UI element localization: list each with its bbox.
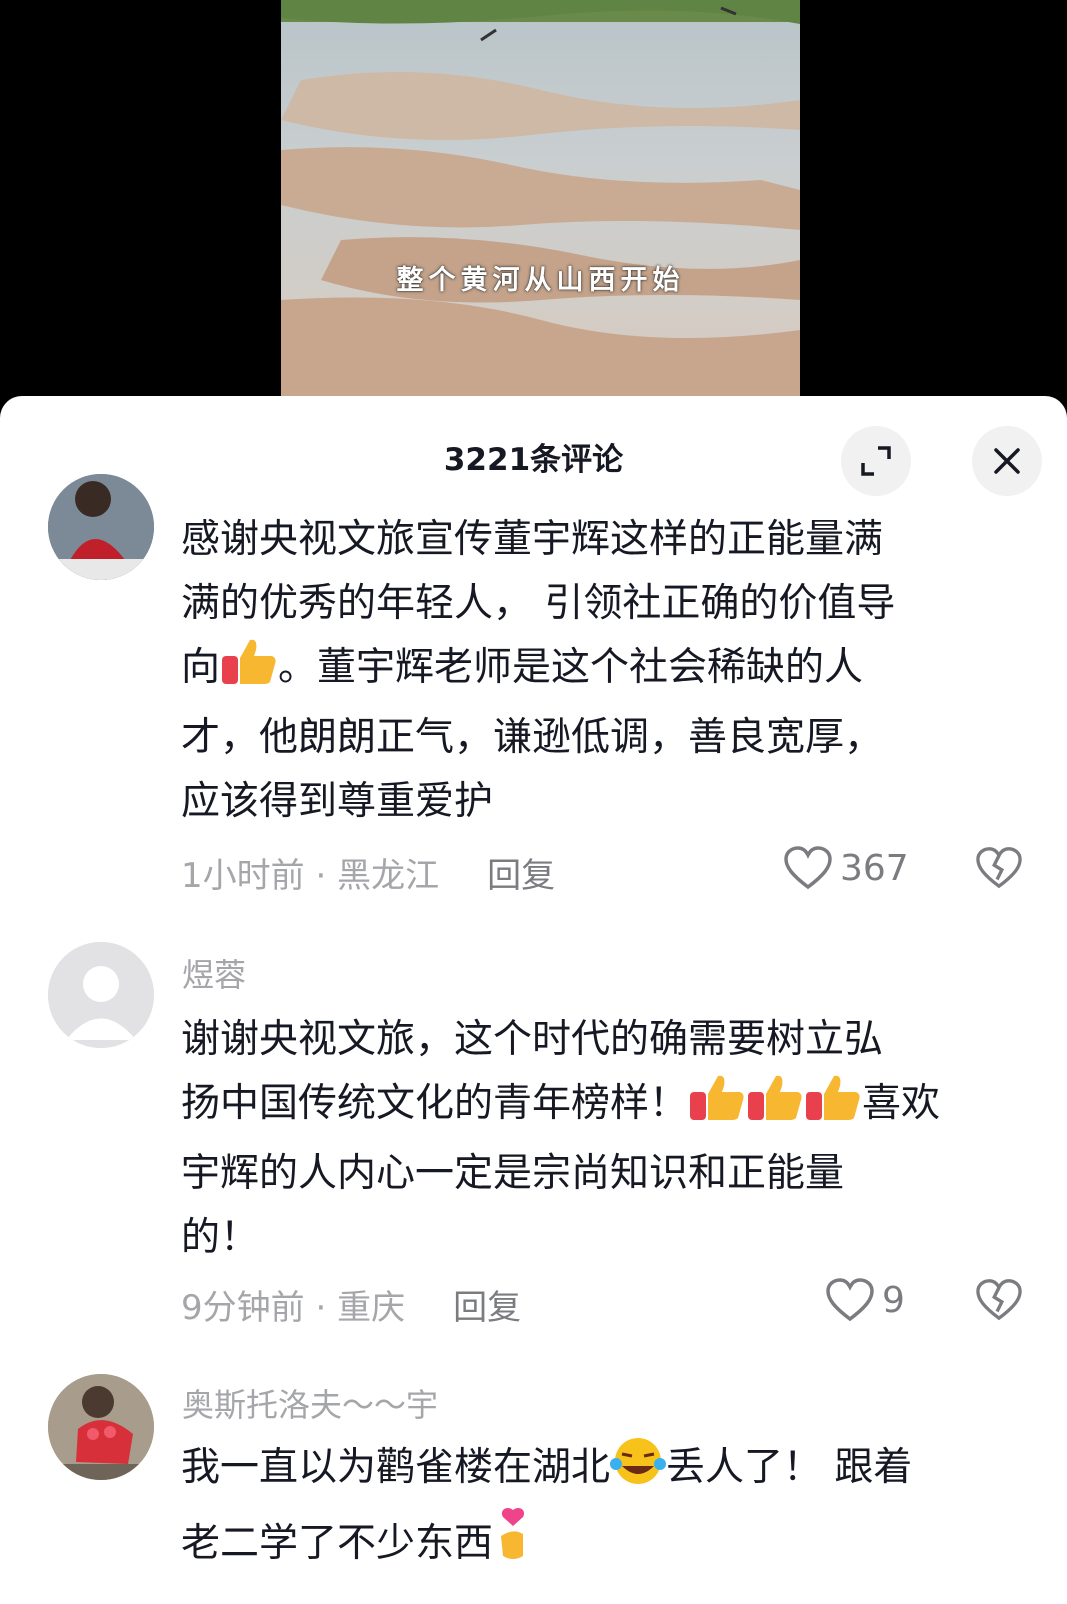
comment-location: 黑龙江 bbox=[337, 856, 440, 896]
comment-sheet: 3221条评论 感谢央视文旅宣传董宇辉这样的正能量满 满的优秀的年轻人， 引领社… bbox=[0, 396, 1067, 1604]
thumbs-up-emoji-icon bbox=[688, 1072, 746, 1142]
reply-button[interactable]: 回复 bbox=[487, 856, 555, 896]
video-subtitle: 整个黄河从山西开始 bbox=[396, 265, 685, 296]
avatar-image bbox=[48, 1374, 154, 1480]
comment-text: 感谢央视文旅宣传董宇辉这样的正能量满 满的优秀的年轻人， 引领社正确的价值导 向… bbox=[181, 508, 1041, 834]
comment-line: 向 。董宇辉老师是这个社会稀缺的人 bbox=[181, 636, 1041, 706]
heart-icon bbox=[826, 1278, 874, 1322]
comment-line: 感谢央视文旅宣传董宇辉这样的正能量满 bbox=[181, 517, 884, 562]
comment-line: 我一直以为鹳雀楼在湖北 丢人了！ 跟着 bbox=[181, 1436, 1041, 1506]
broken-heart-icon bbox=[976, 1279, 1022, 1321]
comment-line: 才，他朗朗正气，谦逊低调，善良宽厚， bbox=[181, 715, 884, 760]
thumbs-up-emoji-icon bbox=[804, 1072, 862, 1142]
default-avatar-icon bbox=[48, 942, 154, 1048]
reply-button[interactable]: 回复 bbox=[453, 1288, 521, 1328]
avatar[interactable] bbox=[48, 942, 154, 1048]
video-frame bbox=[281, 0, 800, 396]
comment-segment: 我一直以为鹳雀楼在湖北 bbox=[181, 1445, 611, 1490]
like-count: 9 bbox=[882, 1279, 905, 1321]
comment-meta: 9分钟前 · 重庆 回复 bbox=[181, 1288, 522, 1328]
comment-segment: 扬中国传统文化的青年榜样！ bbox=[181, 1081, 689, 1126]
comment-segment: 老二学了不少东西 bbox=[181, 1521, 494, 1566]
laughing-crying-emoji-icon bbox=[610, 1436, 667, 1506]
comment-meta: 1小时前 · 黑龙江 回复 bbox=[181, 856, 556, 896]
comment-time: 1小时前 bbox=[181, 856, 305, 896]
comment-time: 9分钟前 bbox=[181, 1288, 305, 1328]
dislike-button[interactable] bbox=[976, 1278, 1022, 1326]
comment-text: 谢谢央视文旅，这个时代的确需要树立弘 扬中国传统文化的青年榜样！ 喜欢 宇辉的人内… bbox=[181, 1008, 1041, 1270]
comment-segment: 喜欢 bbox=[862, 1081, 941, 1126]
like-count: 367 bbox=[840, 847, 909, 889]
thumbs-up-emoji-icon bbox=[220, 636, 278, 706]
expand-button[interactable] bbox=[841, 426, 911, 496]
expand-icon bbox=[861, 446, 891, 476]
comment-line: 谢谢央视文旅，这个时代的确需要树立弘 bbox=[181, 1017, 884, 1062]
comment-line: 的！ bbox=[181, 1215, 260, 1260]
comment-sheet-header: 3221条评论 bbox=[0, 396, 1067, 496]
comment-line: 宇辉的人内心一定是宗尚知识和正能量 bbox=[181, 1151, 845, 1196]
comment-segment: 丢人了！ 跟着 bbox=[666, 1445, 913, 1490]
finger-heart-emoji-icon bbox=[493, 1506, 533, 1582]
comment-username[interactable]: 煜蓉 bbox=[182, 950, 246, 996]
comment-line: 应该得到尊重爱护 bbox=[181, 779, 494, 824]
comment-line: 满的优秀的年轻人， 引领社正确的价值导 bbox=[181, 581, 896, 626]
heart-icon bbox=[784, 846, 832, 890]
comment-text: 我一直以为鹳雀楼在湖北 丢人了！ 跟着 老二学了不少东西 bbox=[181, 1436, 1041, 1582]
avatar[interactable] bbox=[48, 1374, 154, 1480]
comment-line: 扬中国传统文化的青年榜样！ 喜欢 bbox=[181, 1072, 1041, 1142]
broken-heart-icon bbox=[976, 847, 1022, 889]
like-button[interactable]: 367 bbox=[784, 846, 909, 890]
avatar[interactable] bbox=[48, 474, 154, 580]
avatar-image bbox=[48, 474, 154, 580]
like-button[interactable]: 9 bbox=[826, 1278, 905, 1322]
comment-location: 重庆 bbox=[337, 1288, 406, 1328]
comment-username[interactable]: 奥斯托洛夫～～宇 bbox=[182, 1380, 438, 1426]
dislike-button[interactable] bbox=[976, 846, 1022, 894]
comment-segment: 向 bbox=[181, 645, 221, 690]
video-player[interactable]: 整个黄河从山西开始 bbox=[281, 0, 800, 396]
comment-line: 老二学了不少东西 bbox=[181, 1506, 1041, 1582]
close-button[interactable] bbox=[972, 426, 1042, 496]
thumbs-up-emoji-icon bbox=[746, 1072, 804, 1142]
comment-segment: 。董宇辉老师是这个社会稀缺的人 bbox=[278, 645, 864, 690]
close-icon bbox=[994, 448, 1020, 474]
